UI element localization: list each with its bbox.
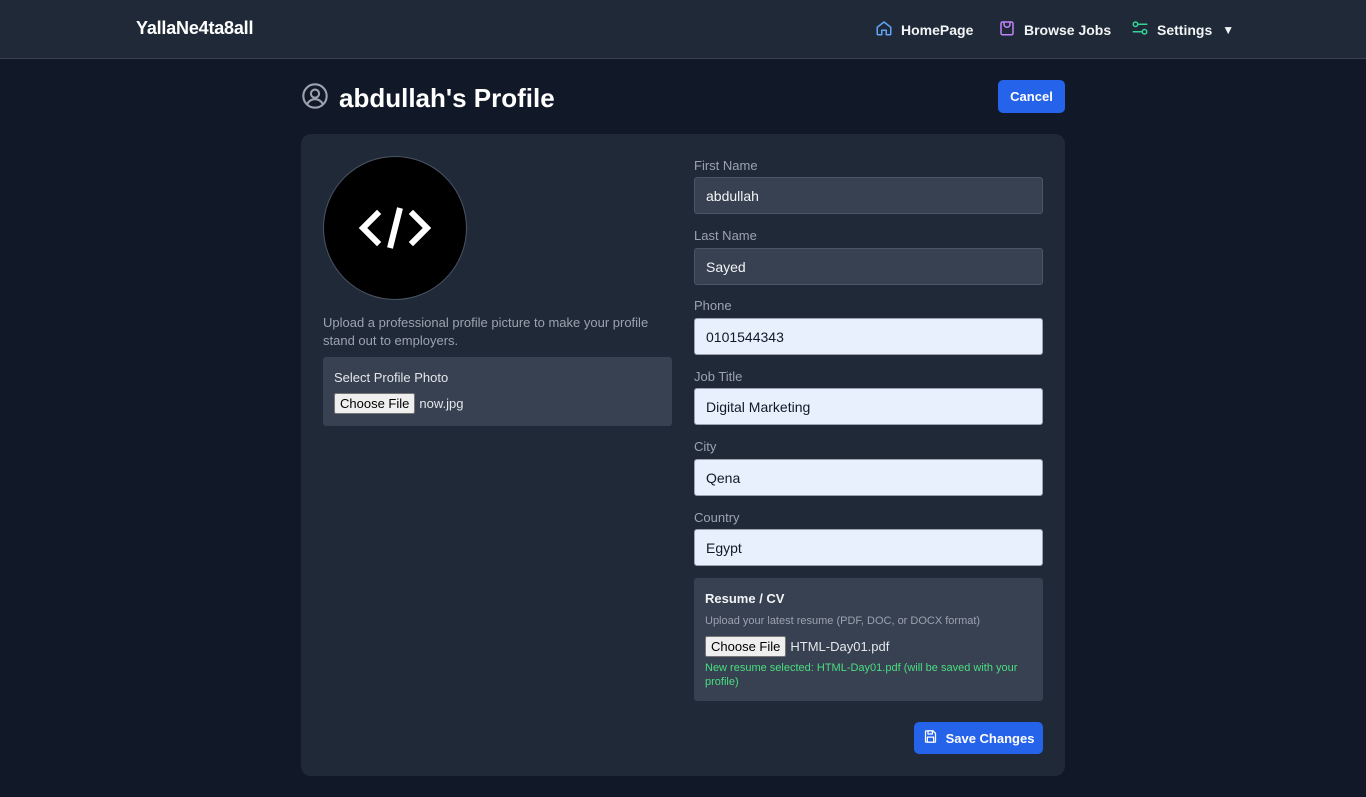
resume-hint: Upload your latest resume (PDF, DOC, or …	[705, 615, 981, 627]
cancel-button[interactable]: Cancel	[998, 80, 1065, 113]
sliders-icon	[1131, 19, 1149, 40]
user-circle-icon	[301, 82, 329, 115]
nav-settings-dropdown[interactable]: Settings ▼	[1131, 19, 1234, 40]
home-icon	[875, 19, 893, 40]
country-label: Country	[694, 510, 740, 525]
resume-status-message: New resume selected: HTML-Day01.pdf (wil…	[705, 662, 1018, 688]
resume-choose-file-button[interactable]: Choose File	[705, 636, 787, 657]
code-icon	[358, 207, 432, 249]
save-changes-label: Save Changes	[945, 730, 1035, 746]
page-title: abdullah's Profile	[339, 83, 555, 113]
nav-browse-jobs-label: Browse Jobs	[1024, 21, 1112, 38]
country-field[interactable]	[694, 529, 1043, 566]
brand-logo[interactable]: YallaNe4ta8all	[136, 18, 253, 39]
caret-down-icon: ▼	[1222, 22, 1235, 37]
profile-photo-upload: Select Profile Photo Choose File now.jpg	[323, 357, 672, 426]
save-icon	[923, 729, 938, 747]
resume-file-name: HTML-Day01.pdf	[790, 639, 890, 654]
last-name-field[interactable]	[694, 248, 1043, 285]
resume-file-input: Choose File HTML-Day01.pdf	[705, 636, 889, 657]
job-title-field[interactable]	[694, 388, 1043, 425]
avatar	[323, 156, 467, 300]
city-label: City	[694, 439, 717, 454]
resume-upload: Resume / CV Upload your latest resume (P…	[694, 578, 1043, 701]
save-changes-button[interactable]: Save Changes	[914, 722, 1043, 754]
first-name-field[interactable]	[694, 177, 1043, 214]
photo-file-input: Choose File now.jpg	[334, 393, 463, 414]
profile-form-card: Upload a professional profile picture to…	[301, 134, 1065, 776]
first-name-label: First Name	[694, 158, 758, 173]
photo-file-name: now.jpg	[419, 396, 464, 411]
nav-browse-jobs-link[interactable]: Browse Jobs	[998, 19, 1111, 40]
resume-title: Resume / CV	[705, 591, 785, 606]
job-title-label: Job Title	[694, 369, 743, 384]
city-field[interactable]	[694, 459, 1043, 496]
photo-select-label: Select Profile Photo	[334, 370, 449, 385]
phone-label: Phone	[694, 298, 732, 313]
photo-upload-hint: Upload a professional profile picture to…	[323, 315, 649, 348]
nav-home-link[interactable]: HomePage	[875, 19, 973, 40]
last-name-label: Last Name	[694, 228, 757, 243]
phone-field[interactable]	[694, 318, 1043, 355]
page-header: abdullah's Profile	[301, 82, 555, 115]
photo-choose-file-button[interactable]: Choose File	[334, 393, 416, 414]
shopping-bag-icon	[998, 19, 1016, 40]
nav-settings-label: Settings	[1157, 21, 1213, 38]
navbar: YallaNe4ta8all HomePage Browse Jobs Sett…	[0, 0, 1366, 59]
nav-home-label: HomePage	[901, 21, 974, 38]
